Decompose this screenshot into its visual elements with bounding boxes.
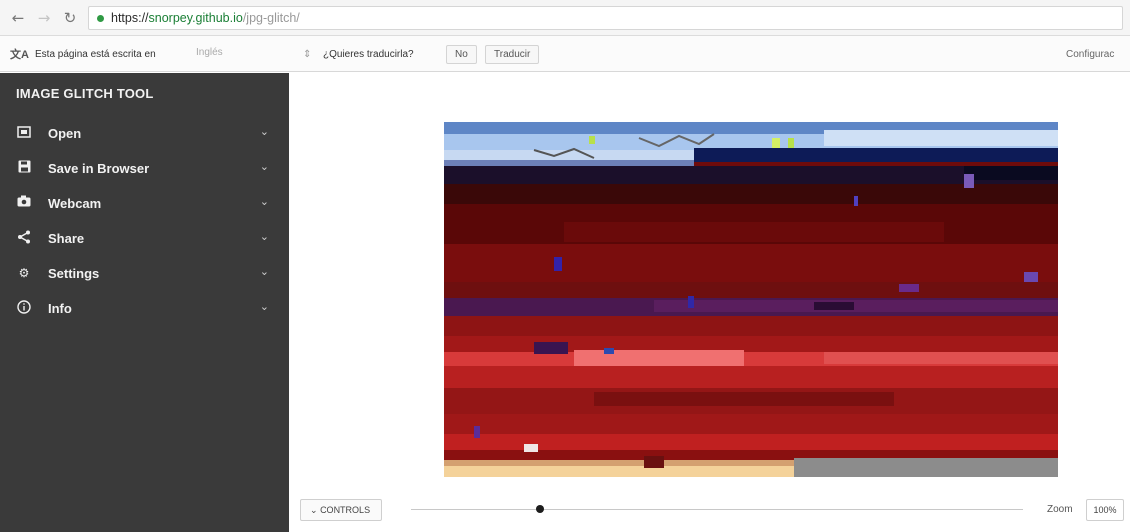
sidebar-item-save-in-browser[interactable]: Save in Browser ⌄ [0, 152, 289, 186]
url-field[interactable]: https://snorpey.github.io/jpg-glitch/ [88, 6, 1123, 30]
translate-settings-button[interactable]: Configurac [1066, 49, 1114, 60]
sidebar-item-label: Save in Browser [48, 161, 150, 176]
secure-icon [97, 15, 104, 22]
sidebar-item-info[interactable]: Info ⌄ [0, 292, 289, 326]
sidebar-item-open[interactable]: Open ⌄ [0, 117, 289, 151]
sidebar-item-label: Info [48, 301, 72, 316]
zoom-label: Zoom [1047, 504, 1073, 515]
sidebar-item-label: Webcam [48, 196, 102, 211]
glitch-image-canvas [444, 122, 1058, 477]
translate-icon: 文A [10, 49, 29, 61]
controls-bar: ⌄ CONTROLS Zoom 100% [289, 490, 1130, 532]
camera-icon [16, 195, 32, 211]
chevron-down-icon: ⌄ [259, 300, 269, 313]
forward-arrow-icon[interactable]: → [34, 8, 54, 28]
chevron-down-icon: ⌄ [259, 125, 269, 138]
browser-address-bar: ← → ↻ https://snorpey.github.io/jpg-glit… [0, 0, 1130, 36]
info-icon [16, 300, 32, 316]
open-image-icon [16, 125, 32, 141]
swap-icon: ⇕ [303, 49, 312, 60]
sidebar: IMAGE GLITCH TOOL Open ⌄ Save in Browser… [0, 73, 289, 532]
translate-bar: 文A Esta página está escrita en Inglés ⇕ … [0, 36, 1130, 72]
translate-question: ¿Quieres traducirla? [323, 49, 414, 60]
reload-icon[interactable]: ↻ [60, 8, 80, 28]
share-icon [16, 230, 32, 246]
gear-icon: ⚙ [18, 266, 30, 280]
chevron-down-icon: ⌄ [310, 506, 318, 516]
sidebar-item-label: Settings [48, 266, 100, 281]
save-icon [16, 160, 32, 176]
sidebar-item-label: Open [48, 126, 82, 141]
sidebar-item-share[interactable]: Share ⌄ [0, 222, 289, 256]
sidebar-item-settings[interactable]: ⚙ Settings ⌄ [0, 257, 289, 291]
glitch-slider-track[interactable] [411, 509, 1023, 510]
url-text: https://snorpey.github.io/jpg-glitch/ [111, 11, 300, 25]
no-translate-button[interactable]: No [446, 45, 477, 64]
controls-toggle-button[interactable]: ⌄ CONTROLS [300, 499, 382, 521]
chevron-down-icon: ⌄ [259, 195, 269, 208]
zoom-field[interactable]: 100% [1086, 499, 1124, 521]
app-title: IMAGE GLITCH TOOL [16, 86, 154, 101]
controls-toggle-label: CONTROLS [320, 505, 371, 515]
language-select[interactable]: Inglés [196, 47, 223, 58]
translate-message: Esta página está escrita en [35, 49, 156, 60]
chevron-down-icon: ⌄ [259, 230, 269, 243]
glitch-slider-thumb[interactable] [535, 505, 544, 513]
chevron-down-icon: ⌄ [259, 265, 269, 278]
sidebar-item-label: Share [48, 231, 85, 246]
sidebar-item-webcam[interactable]: Webcam ⌄ [0, 187, 289, 221]
chevron-down-icon: ⌄ [259, 160, 269, 173]
glitch-image [444, 122, 1058, 477]
translate-button[interactable]: Traducir [485, 45, 540, 64]
back-arrow-icon[interactable]: ← [8, 8, 28, 28]
